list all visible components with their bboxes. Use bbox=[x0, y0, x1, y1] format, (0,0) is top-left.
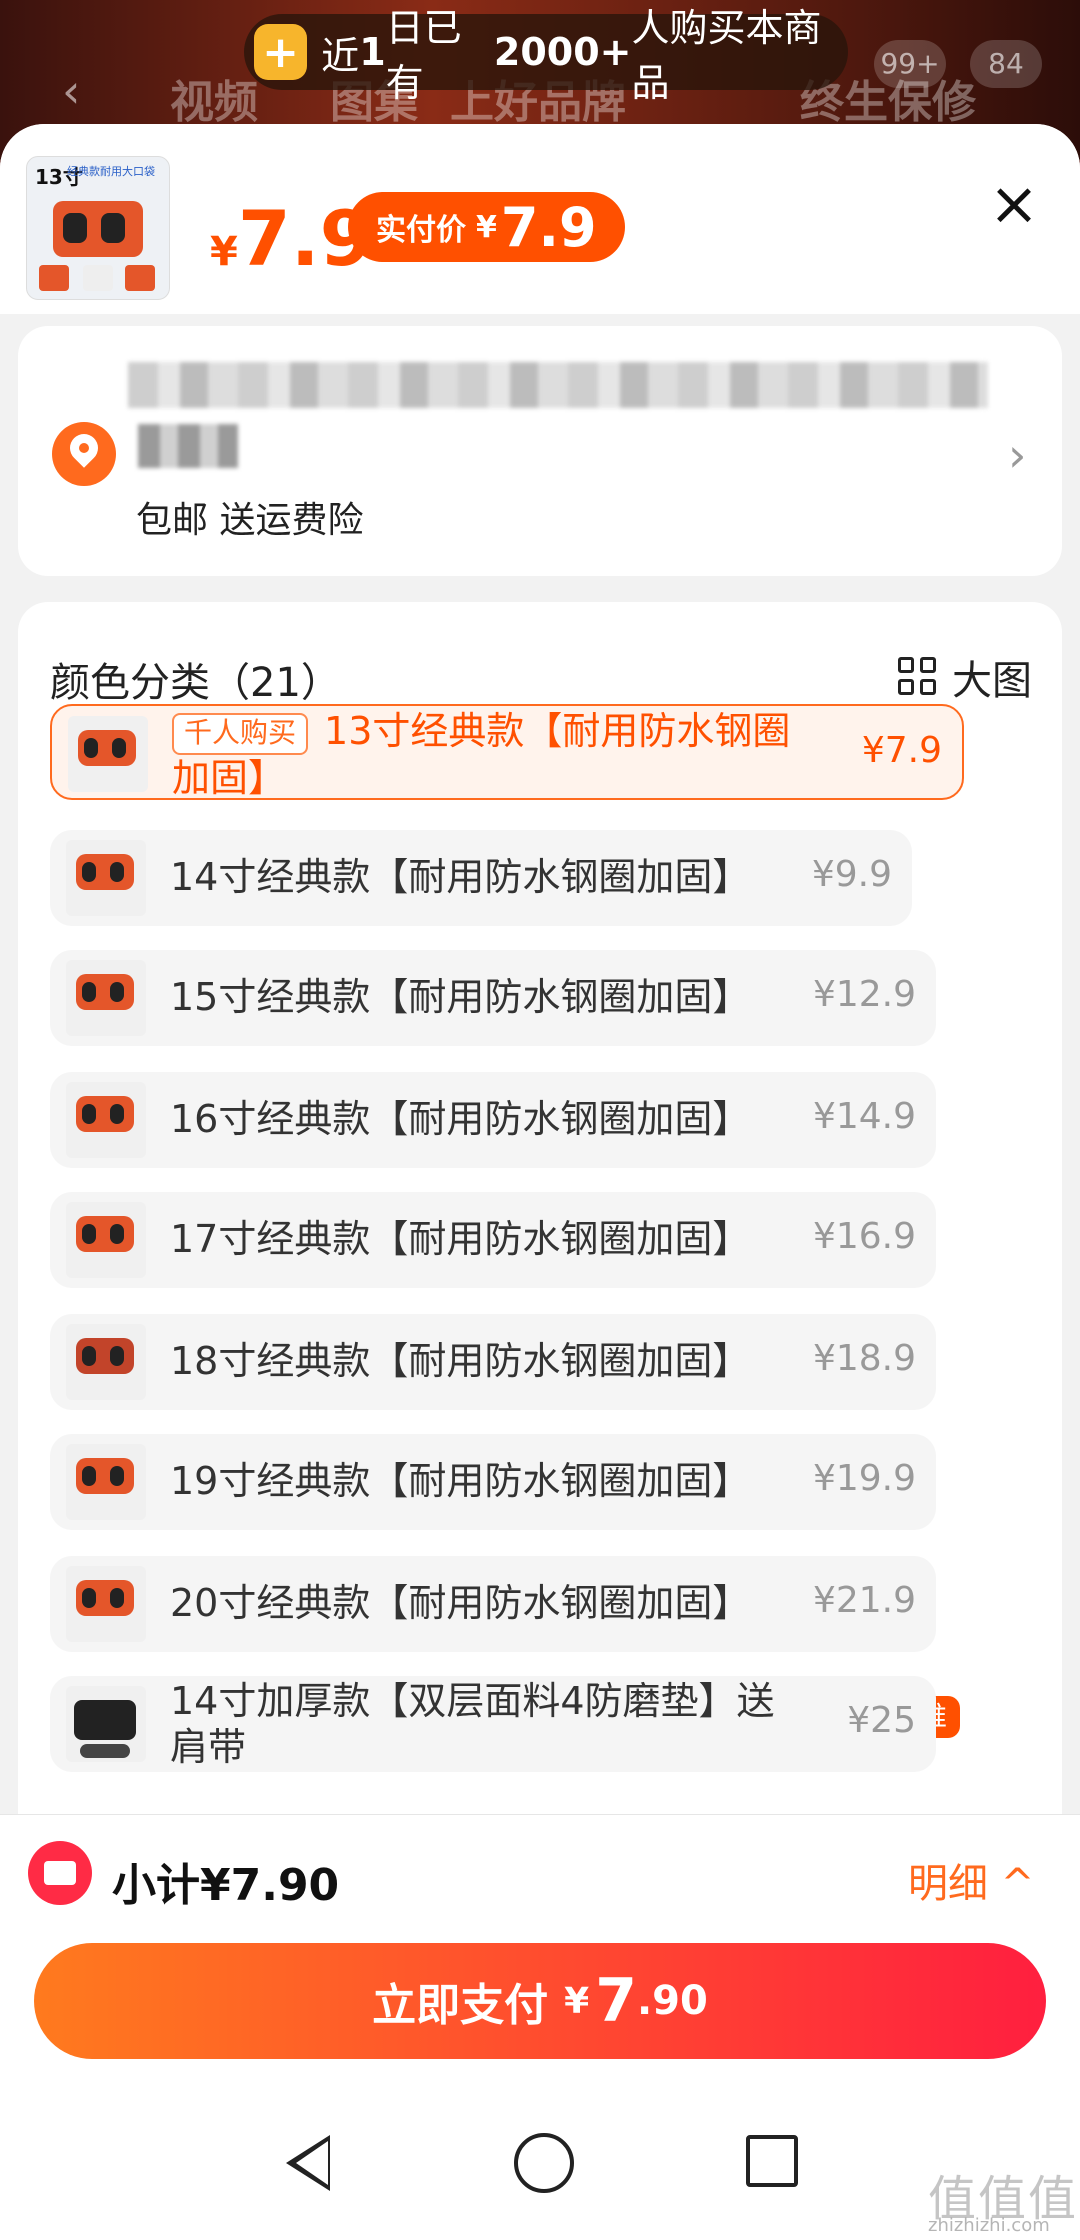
option-6-name: 19寸经典款【耐用防水钢圈加固】 bbox=[170, 1459, 751, 1503]
option-2-name: 15寸经典款【耐用防水钢圈加固】 bbox=[170, 975, 751, 1019]
real-price-badge: 实付价 ¥ 7.9 bbox=[348, 192, 625, 262]
toast-mid: 日已有 bbox=[385, 6, 462, 105]
shipping-info: 包邮 送运费险 bbox=[136, 500, 364, 541]
pay-now-button[interactable]: 立即支付 ¥ 7 .90 bbox=[34, 1943, 1046, 2059]
back-icon: ‹ bbox=[62, 64, 81, 118]
toast-days: 1 bbox=[359, 30, 386, 74]
thumb-caption: 经典款耐用大口袋 bbox=[67, 165, 155, 178]
sku-option[interactable]: 14寸经典款【耐用防水钢圈加固】 ¥9.9 bbox=[50, 830, 912, 926]
recipient-redacted bbox=[138, 424, 238, 468]
sku-option[interactable]: 15寸经典款【耐用防水钢圈加固】 ¥12.9 bbox=[50, 950, 936, 1046]
option-thumbnail bbox=[66, 1324, 146, 1400]
option-thumbnail bbox=[66, 960, 146, 1036]
sku-card: 颜色分类（21） 大图 千人购买 13寸经典款【耐用防水钢圈加固】 ¥7.9 14… bbox=[18, 602, 1062, 2002]
gift-plus-icon: + bbox=[254, 24, 308, 80]
nav-recent-icon[interactable] bbox=[746, 2135, 798, 2187]
coupon-icon bbox=[28, 1841, 92, 1905]
tab-video: 视频 bbox=[170, 77, 258, 128]
bag-pocket bbox=[101, 213, 125, 243]
close-icon[interactable]: × bbox=[986, 174, 1042, 234]
option-thumbnail bbox=[66, 1686, 146, 1762]
subtotal-text: 小计¥7.90 bbox=[112, 1860, 340, 1911]
location-pin-icon bbox=[52, 422, 116, 486]
sku-option[interactable]: 18寸经典款【耐用防水钢圈加固】 ¥18.9 bbox=[50, 1314, 936, 1410]
background-badge: 84 bbox=[970, 40, 1042, 88]
sku-option[interactable]: 千人购买 13寸经典款【耐用防水钢圈加固】 ¥7.9 bbox=[50, 704, 964, 800]
toast-suffix: 人购买本商品 bbox=[631, 6, 822, 105]
address-redacted bbox=[128, 362, 988, 408]
purchase-toast: + 近 1 日已有 2000+ 人购买本商品 bbox=[244, 6, 848, 105]
bag-detail-image bbox=[125, 265, 155, 291]
pay-amount-dec: .90 bbox=[636, 1978, 708, 2024]
sku-bottom-sheet: 13寸 经典款耐用大口袋 ¥7.9 实付价 ¥ 7.9 × 包邮 送运费险 › … bbox=[0, 124, 1080, 2240]
option-price: ¥25 bbox=[847, 1700, 916, 1741]
bag-detail-image bbox=[83, 265, 113, 291]
real-price-symbol: ¥ bbox=[476, 209, 497, 245]
option-price: ¥19.9 bbox=[812, 1458, 916, 1499]
sku-option[interactable]: 17寸经典款【耐用防水钢圈加固】 ¥16.9 bbox=[50, 1192, 936, 1288]
option-thumbnail bbox=[66, 1444, 146, 1520]
option-price: ¥16.9 bbox=[812, 1216, 916, 1257]
option-5-name: 18寸经典款【耐用防水钢圈加固】 bbox=[170, 1339, 751, 1383]
real-price-value: 7.9 bbox=[500, 195, 597, 259]
option-8-name: 14寸加厚款【双层面料4防磨垫】送肩带 bbox=[170, 1679, 775, 1769]
option-price: ¥9.9 bbox=[811, 854, 892, 895]
sku-option[interactable]: 14寸加厚款【双层面料4防磨垫】送肩带 ¥25 bbox=[50, 1676, 936, 1772]
pay-label: 立即支付 bbox=[372, 1980, 549, 2031]
cart-count-badge: 99+ bbox=[874, 40, 946, 88]
address-card[interactable]: 包邮 送运费险 › bbox=[18, 326, 1062, 576]
big-view-label: 大图 bbox=[952, 658, 1032, 704]
option-thumbnail bbox=[66, 1082, 146, 1158]
toast-prefix: 近 bbox=[321, 33, 360, 78]
option-3-name: 16寸经典款【耐用防水钢圈加固】 bbox=[170, 1097, 751, 1141]
detail-toggle[interactable]: 明细 ^ bbox=[908, 1851, 1034, 1909]
selected-price: ¥7.9 bbox=[210, 194, 372, 283]
pay-symbol: ¥ bbox=[564, 1980, 590, 2022]
option-price: ¥18.9 bbox=[812, 1338, 916, 1379]
chevron-right-icon[interactable]: › bbox=[1008, 428, 1026, 482]
option-name: 千人购买 13寸经典款【耐用防水钢圈加固】 bbox=[172, 708, 792, 801]
thousand-buyers-tag: 千人购买 bbox=[172, 712, 309, 755]
sku-option[interactable]: 16寸经典款【耐用防水钢圈加固】 ¥14.9 bbox=[50, 1072, 936, 1168]
option-price: ¥14.9 bbox=[812, 1096, 916, 1137]
option-thumbnail bbox=[66, 840, 146, 916]
sku-category-title: 颜色分类（21） bbox=[50, 660, 341, 706]
nav-home-icon[interactable] bbox=[514, 2133, 574, 2193]
watermark-url: zhizhizhi.com bbox=[928, 2215, 1050, 2236]
bag-pocket bbox=[63, 213, 87, 243]
option-7-name: 20寸经典款【耐用防水钢圈加固】 bbox=[170, 1581, 751, 1625]
nav-back-icon[interactable] bbox=[286, 2135, 330, 2191]
price-symbol: ¥ bbox=[210, 229, 238, 275]
pay-amount-int: 7 bbox=[595, 1966, 637, 2036]
option-thumbnail bbox=[68, 716, 148, 792]
option-price: ¥21.9 bbox=[812, 1580, 916, 1621]
sheet-header: 13寸 经典款耐用大口袋 ¥7.9 实付价 ¥ 7.9 × bbox=[0, 124, 1080, 314]
option-thumbnail bbox=[66, 1202, 146, 1278]
grid-view-icon bbox=[898, 657, 938, 697]
checkout-footer: 小计¥7.90 明细 ^ 立即支付 ¥ 7 .90 值值值 zhizhizhi.… bbox=[0, 1814, 1080, 2240]
bag-detail-image bbox=[39, 265, 69, 291]
option-price: ¥12.9 bbox=[812, 974, 916, 1015]
real-price-label: 实付价 bbox=[376, 213, 466, 248]
option-1-name: 14寸经典款【耐用防水钢圈加固】 bbox=[170, 855, 751, 899]
sku-option[interactable]: 20寸经典款【耐用防水钢圈加固】 ¥21.9 bbox=[50, 1556, 936, 1652]
system-navigation-bar: 值值值 zhizhizhi.com bbox=[0, 2105, 1080, 2240]
sku-option[interactable]: 19寸经典款【耐用防水钢圈加固】 ¥19.9 bbox=[50, 1434, 936, 1530]
option-4-name: 17寸经典款【耐用防水钢圈加固】 bbox=[170, 1217, 751, 1261]
option-price: ¥7.9 bbox=[861, 730, 942, 771]
option-thumbnail bbox=[66, 1566, 146, 1642]
product-thumbnail[interactable]: 13寸 经典款耐用大口袋 bbox=[26, 156, 170, 300]
toast-count: 2000+ bbox=[493, 30, 632, 74]
big-view-toggle[interactable]: 大图 bbox=[898, 648, 1032, 706]
